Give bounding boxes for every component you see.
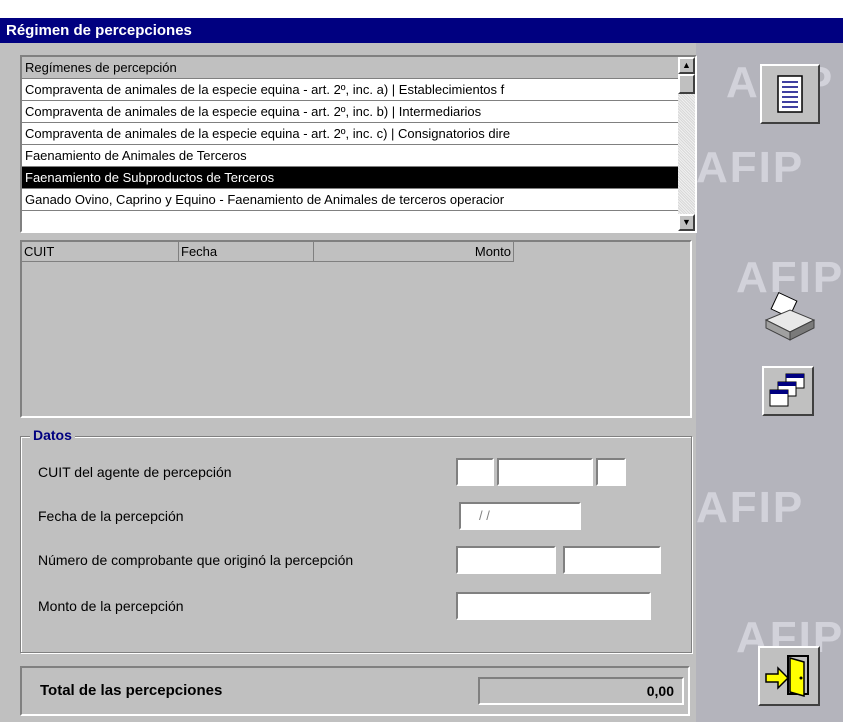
print-button[interactable] xyxy=(760,290,818,348)
regimen-listbox[interactable]: Regímenes de percepción Compraventa de a… xyxy=(20,55,697,233)
list-item[interactable]: Ganado Ovino, Caprino y Equino - Faenami… xyxy=(22,189,680,211)
scroll-up-button[interactable]: ▲ xyxy=(678,57,695,74)
list-item[interactable]: Faenamiento de Animales de Terceros xyxy=(22,145,680,167)
fecha-field[interactable]: / / xyxy=(459,502,581,530)
list-header: Regímenes de percepción xyxy=(22,57,695,79)
list-icon xyxy=(777,75,803,113)
fecha-mask: / / xyxy=(479,508,490,523)
windows-button[interactable] xyxy=(762,366,814,416)
list-item[interactable]: Compraventa de animales de la especie eq… xyxy=(22,123,680,145)
list-item-selected[interactable]: Faenamiento de Subproductos de Terceros xyxy=(22,167,680,189)
printer-icon xyxy=(764,291,816,341)
window-title: Régimen de percepciones xyxy=(0,18,843,43)
fecha-label: Fecha de la percepción xyxy=(38,508,184,524)
comprobante-label: Número de comprobante que originó la per… xyxy=(38,552,354,568)
exit-button[interactable] xyxy=(758,646,820,706)
list-scrollbar[interactable]: ▲ ▼ xyxy=(678,57,695,231)
monto-label: Monto de la percepción xyxy=(38,598,184,614)
total-label: Total de las percepciones xyxy=(40,682,223,699)
cuit-label: CUIT del agente de percepción xyxy=(38,464,232,480)
total-value: 0,00 xyxy=(478,677,684,705)
grid-header-cuit[interactable]: CUIT xyxy=(22,242,179,262)
cuit-prefix-field[interactable] xyxy=(456,458,494,486)
watermark-text: AFIP xyxy=(696,143,805,192)
cuit-check-digit-field[interactable] xyxy=(596,458,626,486)
top-strip xyxy=(0,0,843,18)
list-item[interactable]: Compraventa de animales de la especie eq… xyxy=(22,79,680,101)
percepciones-grid[interactable]: CUIT Fecha Monto xyxy=(20,240,692,418)
exit-door-icon xyxy=(765,655,809,697)
comprobante-number-field[interactable] xyxy=(563,546,661,574)
grid-header-fecha[interactable]: Fecha xyxy=(179,242,314,262)
list-item[interactable]: Compraventa de animales de la especie eq… xyxy=(22,101,680,123)
window: Régimen de percepciones AFIP AFIP AFIP A… xyxy=(0,0,843,722)
datos-legend: Datos xyxy=(30,427,75,443)
watermark-text: AFIP xyxy=(696,483,805,532)
cuit-number-field[interactable] xyxy=(497,458,593,486)
comprobante-prefix-field[interactable] xyxy=(456,546,556,574)
list-button[interactable] xyxy=(760,64,820,124)
scroll-down-button[interactable]: ▼ xyxy=(678,214,695,231)
monto-field[interactable] xyxy=(456,592,651,620)
windows-icon xyxy=(769,373,805,407)
scroll-thumb[interactable] xyxy=(678,74,695,94)
grid-header-monto[interactable]: Monto xyxy=(314,242,514,262)
